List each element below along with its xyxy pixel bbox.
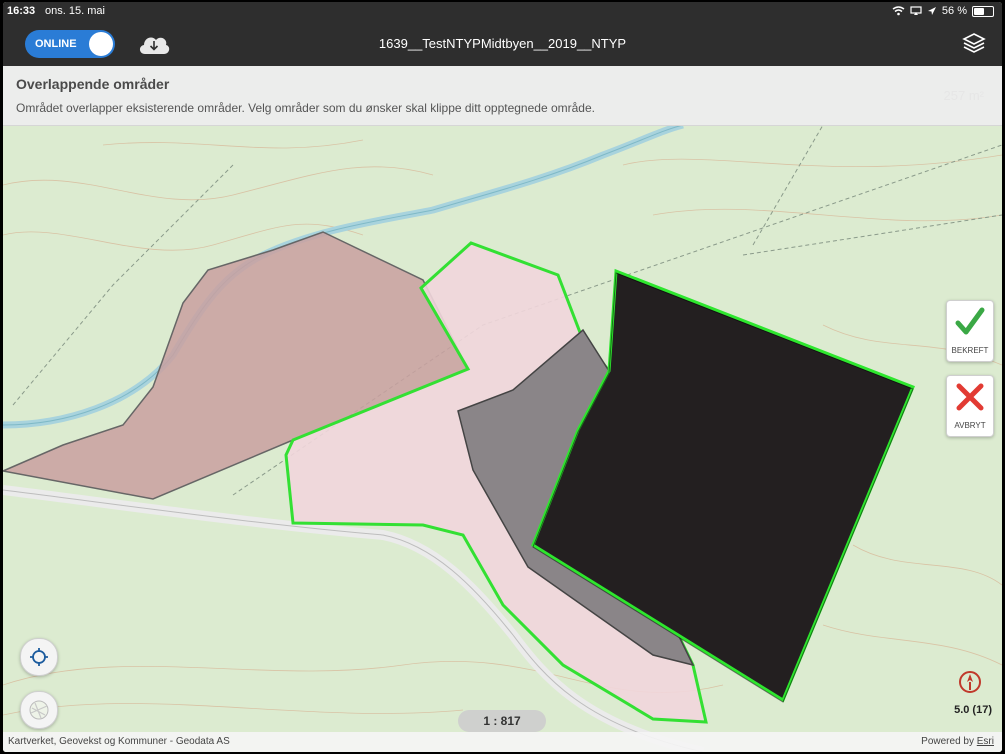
attribution-bar: Kartverket, Geovekst og Kommuner - Geoda… bbox=[3, 732, 1002, 752]
cross-icon bbox=[956, 383, 984, 411]
cancel-label: AVBRYT bbox=[954, 421, 986, 430]
basemap-icon bbox=[29, 700, 49, 720]
confirm-label: BEKREFT bbox=[951, 346, 989, 355]
status-indicators: 56 % bbox=[892, 5, 994, 17]
project-title: 1639__TestNTYPMidtbyen__2019__NTYP bbox=[378, 36, 627, 51]
battery-icon bbox=[972, 5, 994, 17]
status-time: 16:33 bbox=[7, 5, 36, 17]
map-view[interactable] bbox=[3, 125, 1002, 752]
powered-by: Powered by Esri bbox=[921, 736, 994, 747]
gps-accuracy: 5.0 (17) bbox=[954, 704, 992, 716]
overlap-banner: Overlappende områder Området overlapper … bbox=[3, 66, 1002, 126]
locate-button[interactable] bbox=[20, 638, 58, 676]
attribution-text: Kartverket, Geovekst og Kommuner - Geoda… bbox=[8, 736, 230, 747]
cancel-button[interactable]: AVBRYT bbox=[946, 375, 994, 437]
app-window: 16:33 ons. 15. mai 56 % ONLINE 1639__Tes… bbox=[3, 2, 1002, 752]
battery-percent: 56 % bbox=[941, 5, 967, 17]
basemap-button[interactable] bbox=[20, 691, 58, 729]
location-icon bbox=[30, 648, 48, 666]
screen-mirror-icon bbox=[910, 6, 922, 15]
esri-link[interactable]: Esri bbox=[977, 736, 994, 747]
location-arrow-icon bbox=[927, 7, 936, 15]
compass-icon[interactable] bbox=[958, 670, 982, 694]
layers-icon[interactable] bbox=[962, 31, 986, 55]
area-readout: 257 m² bbox=[943, 88, 984, 103]
powered-by-prefix: Powered by bbox=[921, 736, 974, 747]
status-date: ons. 15. mai bbox=[45, 5, 105, 17]
checkmark-icon bbox=[955, 307, 985, 335]
scale-indicator: 1 : 817 bbox=[458, 710, 546, 732]
wifi-icon bbox=[892, 6, 905, 16]
battery-level bbox=[974, 7, 985, 15]
status-bar: 16:33 ons. 15. mai 56 % bbox=[3, 2, 1002, 22]
banner-message: Området overlapper eksisterende områder.… bbox=[16, 101, 595, 115]
toolbar: ONLINE 1639__TestNTYPMidtbyen__2019__NTY… bbox=[3, 22, 1002, 66]
confirm-button[interactable]: BEKREFT bbox=[946, 300, 994, 362]
banner-title: Overlappende områder bbox=[16, 76, 170, 92]
